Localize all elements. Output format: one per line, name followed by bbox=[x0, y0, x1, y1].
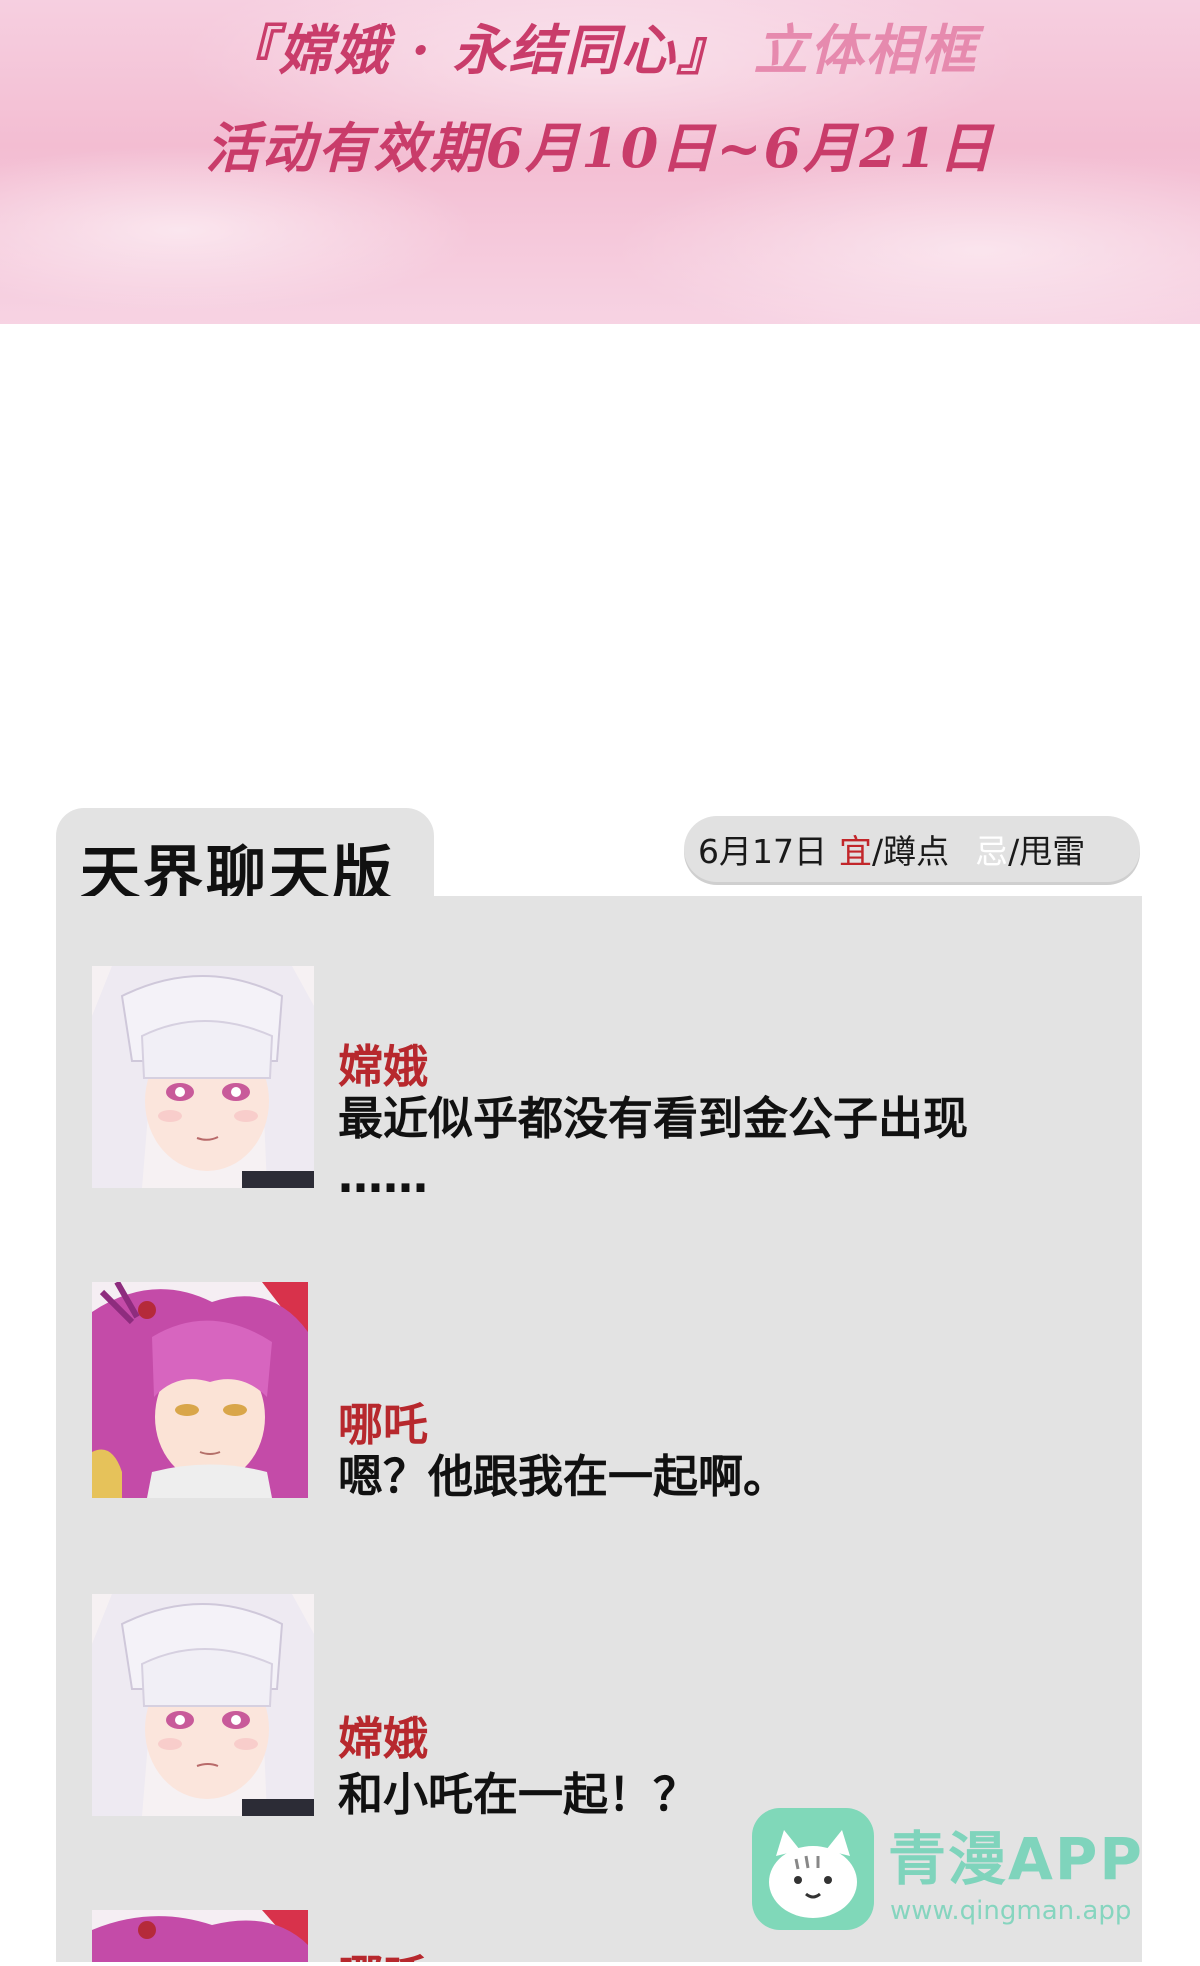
almanac-ji-value: /甩雷 bbox=[1008, 832, 1086, 871]
banner-title-main: 『嫦娥 · 永结同心』 bbox=[222, 18, 733, 82]
almanac-yi-label: 宜 bbox=[839, 832, 872, 871]
message-speaker: 嫦娥 bbox=[338, 1712, 429, 1765]
avatar-change bbox=[92, 1594, 314, 1816]
banner-title: 『嫦娥 · 永结同心』 立体相框 bbox=[0, 6, 1200, 85]
watermark-url: www.qingman.app bbox=[890, 1896, 1132, 1926]
almanac-yi-value: /蹲点 bbox=[872, 832, 950, 871]
message-text: 最近似乎都没有看到金公子出现 …… bbox=[338, 1090, 1118, 1206]
avatar-nezha bbox=[92, 1910, 308, 1962]
avatar-nezha bbox=[92, 1282, 308, 1498]
message-speaker: 嫦娥 bbox=[338, 1040, 429, 1093]
banner-date: 活动有效期6月10日~6月21日 bbox=[205, 116, 995, 180]
almanac-ji-label: 忌 bbox=[975, 832, 1009, 871]
event-banner: 『嫦娥 · 永结同心』 立体相框 活动有效期6月10日~6月21日 bbox=[0, 0, 1200, 324]
message-text-ellipsis: …… bbox=[338, 1150, 428, 1203]
banner-title-sub: 立体相框 bbox=[753, 18, 978, 82]
almanac-date: 6月17日 bbox=[698, 832, 827, 871]
avatar-change bbox=[92, 966, 314, 1188]
message-text-line: 最近似乎都没有看到金公子出现 bbox=[338, 1092, 969, 1145]
message-speaker: 哪吒 bbox=[338, 1940, 428, 1962]
almanac-pill: 6月17日 宜/蹲点 忌/甩雷 bbox=[684, 816, 1140, 882]
watermark-name: 青漫APP bbox=[888, 1825, 1144, 1893]
message-speaker: 哪吒 bbox=[338, 1398, 429, 1451]
message-text: 嗯？他跟我在一起啊。 bbox=[338, 1450, 789, 1503]
